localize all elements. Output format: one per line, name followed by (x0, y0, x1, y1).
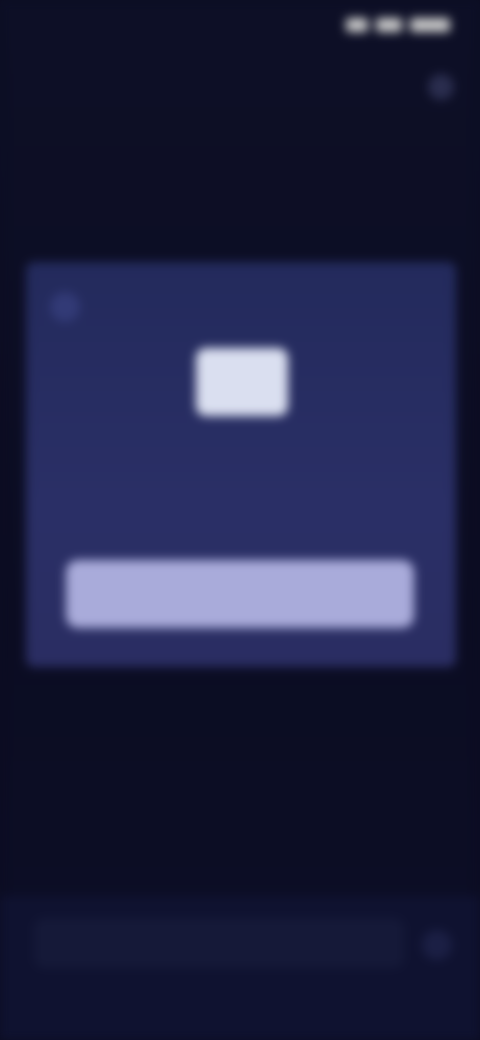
close-icon[interactable] (50, 292, 80, 322)
status-icons (346, 18, 450, 32)
app-screen (0, 0, 480, 1040)
signal-icon (346, 18, 368, 32)
primary-action-button[interactable] (66, 560, 414, 628)
more-options-icon[interactable] (428, 74, 454, 100)
send-icon[interactable] (422, 930, 452, 960)
status-bar (0, 0, 480, 60)
wifi-icon (376, 18, 402, 32)
battery-icon (410, 18, 450, 32)
card-illustration-icon (196, 348, 288, 416)
message-input[interactable] (34, 918, 404, 968)
